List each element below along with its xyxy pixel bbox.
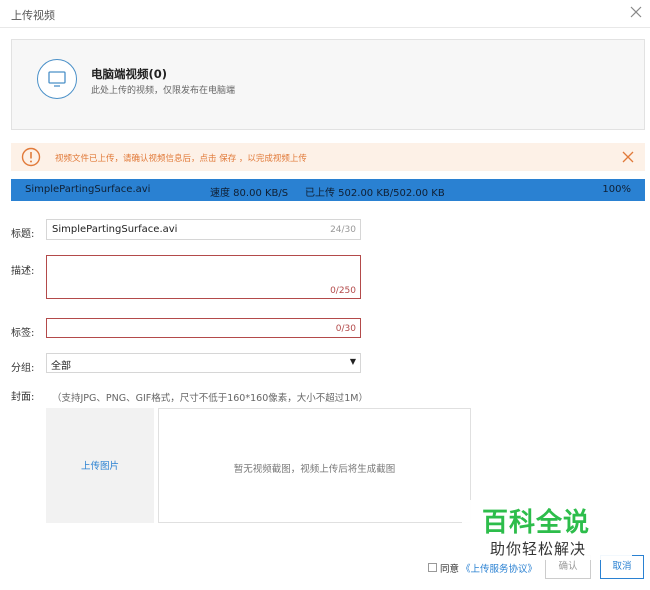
upload-image-label: 上传图片 bbox=[80, 461, 119, 472]
warning-icon bbox=[21, 147, 41, 167]
close-notice-icon[interactable] bbox=[621, 150, 635, 164]
notice-text: 视频文件已上传，请确认视频信息后，点击 保存 ，以完成视频上传 bbox=[55, 154, 307, 164]
tags-input[interactable]: 0/30 bbox=[46, 318, 361, 338]
description-textarea[interactable]: 0/250 bbox=[46, 255, 361, 299]
dropdown-arrow-icon: ▼ bbox=[349, 357, 356, 366]
cover-preview-area: 暂无视频截图，视频上传后将生成截图 bbox=[158, 408, 471, 523]
description-char-count: 0/250 bbox=[330, 286, 356, 296]
progress-filename: SimplePartingSurface.avi bbox=[25, 184, 151, 195]
watermark-title: 百科全说 bbox=[482, 508, 591, 538]
watermark-subtitle: 助你轻松解决 bbox=[490, 540, 587, 558]
agree-label: 同意 bbox=[440, 564, 460, 575]
title-input-value: SimplePartingSurface.avi bbox=[52, 224, 178, 235]
title-label: 标题: bbox=[11, 229, 35, 240]
cover-hint: （支持JPG、PNG、GIF格式，尺寸不低于160*160像素，大小不超过1M） bbox=[52, 393, 368, 404]
monitor-icon bbox=[37, 59, 77, 99]
dialog-title: 上传视频 bbox=[11, 9, 55, 22]
card-title: 电脑端视频(0) bbox=[91, 67, 168, 81]
title-char-count: 24/30 bbox=[330, 225, 356, 235]
agree-checkbox[interactable] bbox=[428, 563, 437, 572]
video-source-card: 电脑端视频(0) 此处上传的视频，仅限发布在电脑端 bbox=[11, 39, 645, 130]
watermark: 百科全说 助你轻松解决 bbox=[462, 500, 632, 560]
card-subtitle: 此处上传的视频，仅限发布在电脑端 bbox=[91, 86, 236, 96]
upload-image-button[interactable]: 上传图片 bbox=[46, 408, 154, 523]
upload-notice: 视频文件已上传，请确认视频信息后，点击 保存 ，以完成视频上传 bbox=[11, 143, 645, 171]
title-input[interactable]: SimplePartingSurface.avi 24/30 bbox=[46, 219, 361, 240]
progress-speed: 速度 80.00 KB/S bbox=[210, 188, 289, 199]
description-label: 描述: bbox=[11, 266, 35, 277]
cover-label: 封面: bbox=[11, 392, 35, 403]
agreement-link[interactable]: 《上传服务协议》 bbox=[461, 561, 537, 575]
group-select-value: 全部 bbox=[51, 361, 71, 372]
no-screenshot-text: 暂无视频截图，视频上传后将生成截图 bbox=[233, 464, 396, 475]
group-select[interactable]: 全部 ▼ bbox=[46, 353, 361, 373]
progress-uploaded: 已上传 502.00 KB/502.00 KB bbox=[305, 188, 445, 199]
upload-progress-bar: SimplePartingSurface.avi 速度 80.00 KB/S 已… bbox=[11, 179, 645, 201]
tags-label: 标签: bbox=[11, 328, 35, 339]
close-icon[interactable] bbox=[628, 4, 644, 20]
tags-char-count: 0/30 bbox=[335, 324, 356, 334]
dialog-header: 上传视频 bbox=[0, 0, 650, 28]
group-label: 分组: bbox=[11, 363, 35, 374]
progress-percent: 100% bbox=[602, 184, 631, 195]
